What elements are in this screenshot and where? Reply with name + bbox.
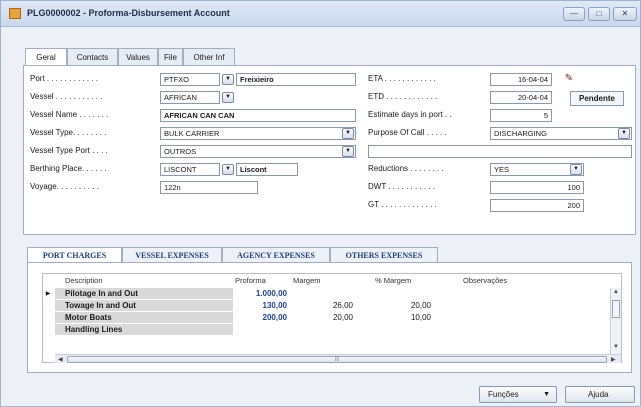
port-lookup-button[interactable]: ▼ <box>222 74 234 85</box>
funcoes-label: Funções <box>488 390 519 399</box>
scroll-up-icon[interactable]: ▲ <box>613 289 619 295</box>
vertical-scrollbar[interactable]: ▲ ▼ <box>610 288 621 354</box>
vessel-type-field[interactable]: BULK CARRIER <box>160 127 356 140</box>
col-pct-margem-header[interactable]: % Margem <box>375 276 411 285</box>
vessel-lookup-button[interactable]: ▼ <box>222 92 234 103</box>
tab-other-inf[interactable]: Other Inf <box>183 48 235 66</box>
app-icon <box>9 8 21 19</box>
etd-label: ETD . . . . . . . . . . . . <box>368 92 438 101</box>
port-name-field[interactable]: Freixieiro <box>236 73 356 86</box>
eta-field[interactable]: 16-04-04 <box>490 73 552 86</box>
proforma-window: PLG0000002 - Proforma-Disbursement Accou… <box>0 0 641 407</box>
col-proforma-header[interactable]: Proforma <box>235 276 266 285</box>
port-label: Port . . . . . . . . . . . . <box>30 74 99 83</box>
vessel-name-label: Vessel Name . . . . . . . <box>30 110 109 119</box>
row-margem[interactable] <box>305 288 353 300</box>
minimize-button[interactable]: — <box>563 7 585 21</box>
ajuda-label: Ajuda <box>588 390 609 399</box>
dwt-field[interactable]: 100 <box>490 181 584 194</box>
port-code-field[interactable]: PTFXO <box>160 73 220 86</box>
vessel-type-dropdown-button[interactable]: ▼ <box>342 128 354 139</box>
row-pct-margem[interactable] <box>383 288 431 300</box>
table-row[interactable]: Motor Boats 200,00 20,00 10,00 <box>43 312 621 324</box>
row-selector-icon: ▶ <box>45 291 51 297</box>
maximize-button[interactable]: □ <box>588 7 610 21</box>
tab-contacts[interactable]: Contacts <box>67 48 118 66</box>
row-description[interactable]: Towage In and Out <box>55 300 233 312</box>
gt-field[interactable]: 200 <box>490 199 584 212</box>
tab-file[interactable]: File <box>158 48 183 66</box>
row-description[interactable]: Motor Boats <box>55 312 233 324</box>
estimate-days-label: Estimate days in port . . <box>368 110 452 119</box>
table-row[interactable]: ▶ Pilotage In and Out 1.000,00 <box>43 288 621 300</box>
purpose-label: Purpose Of Call . . . . . <box>368 128 447 137</box>
horizontal-scrollbar[interactable]: ◀ ||| ▶ <box>55 354 621 363</box>
scroll-right-icon[interactable]: ▶ <box>611 356 616 363</box>
row-margem[interactable]: 26,00 <box>305 300 353 312</box>
funcoes-button[interactable]: Funções ▼ <box>479 386 557 403</box>
etd-field[interactable]: 20-04-04 <box>490 91 552 104</box>
geral-panel: Port . . . . . . . . . . . . PTFXO ▼ Fre… <box>23 65 636 235</box>
row-proforma[interactable]: 130,00 <box>233 300 287 312</box>
vessel-type-port-label: Vessel Type Port . . . . <box>30 146 108 155</box>
row-pct-margem[interactable]: 20,00 <box>383 300 431 312</box>
reductions-dropdown-button[interactable]: ▼ <box>570 164 582 175</box>
berthing-code-field[interactable]: LISCONT <box>160 163 220 176</box>
vessel-type-port-dropdown-button[interactable]: ▼ <box>342 146 354 157</box>
row-proforma[interactable] <box>233 324 287 336</box>
window-title: PLG0000002 - Proforma-Disbursement Accou… <box>27 8 230 18</box>
dwt-label: DWT . . . . . . . . . . . <box>368 182 435 191</box>
purpose-dropdown-button[interactable]: ▼ <box>618 128 630 139</box>
scroll-left-icon[interactable]: ◀ <box>58 356 63 363</box>
scroll-down-icon[interactable]: ▼ <box>613 344 619 350</box>
vertical-scroll-thumb[interactable] <box>612 300 620 318</box>
tab-values[interactable]: Values <box>118 48 158 66</box>
row-pct-margem[interactable] <box>383 324 431 336</box>
estimate-days-field[interactable]: 5 <box>490 109 552 122</box>
tab-agency-expenses[interactable]: AGENCY EXPENSES <box>222 247 330 263</box>
tab-vessel-expenses[interactable]: VESSEL EXPENSES <box>122 247 222 263</box>
ajuda-button[interactable]: Ajuda <box>565 386 635 403</box>
title-bar: PLG0000002 - Proforma-Disbursement Accou… <box>1 1 640 27</box>
chevron-down-icon: ▼ <box>543 391 550 398</box>
row-proforma[interactable]: 1.000,00 <box>233 288 287 300</box>
purpose-field[interactable]: DISCHARGING <box>490 127 632 140</box>
col-description-header[interactable]: Description <box>65 276 103 285</box>
vessel-type-label: Vessel Type. . . . . . . . <box>30 128 107 137</box>
tab-others-expenses[interactable]: OTHERS EXPENSES <box>330 247 438 263</box>
charges-grid: Description Proforma Margem % Margem Obs… <box>42 273 622 363</box>
reductions-label: Reductions . . . . . . . . <box>368 164 444 173</box>
row-margem[interactable] <box>305 324 353 336</box>
purpose-description-field[interactable] <box>368 145 632 158</box>
edit-pencil-icon[interactable]: ✎ <box>562 72 576 86</box>
horizontal-scroll-thumb[interactable]: ||| <box>67 356 607 363</box>
row-pct-margem[interactable]: 10,00 <box>383 312 431 324</box>
table-row[interactable]: Handling Lines <box>43 324 621 336</box>
row-proforma[interactable]: 200,00 <box>233 312 287 324</box>
status-badge[interactable]: Pendente <box>570 91 624 106</box>
col-observacoes-header[interactable]: Observações <box>463 276 507 285</box>
col-margem-header[interactable]: Margem <box>293 276 321 285</box>
eta-label: ETA . . . . . . . . . . . . <box>368 74 436 83</box>
berthing-name-field[interactable]: Liscont <box>236 163 298 176</box>
vessel-label: Vessel . . . . . . . . . . . <box>30 92 103 101</box>
row-description[interactable]: Pilotage In and Out <box>55 288 233 300</box>
vessel-name-field[interactable]: AFRICAN CAN CAN <box>160 109 356 122</box>
close-button[interactable]: ✕ <box>613 7 637 21</box>
row-description[interactable]: Handling Lines <box>55 324 233 336</box>
gt-label: GT . . . . . . . . . . . . . <box>368 200 437 209</box>
voyage-field[interactable]: 122n <box>160 181 258 194</box>
berthing-lookup-button[interactable]: ▼ <box>222 164 234 175</box>
vessel-field[interactable]: AFRICAN <box>160 91 220 104</box>
port-charges-panel: Description Proforma Margem % Margem Obs… <box>27 262 632 373</box>
table-row[interactable]: Towage In and Out 130,00 26,00 20,00 <box>43 300 621 312</box>
berthing-place-label: Berthing Place. . . . . . <box>30 164 107 173</box>
row-margem[interactable]: 20,00 <box>305 312 353 324</box>
vessel-type-port-field[interactable]: OUTROS <box>160 145 356 158</box>
voyage-label: Voyage. . . . . . . . . . <box>30 182 99 191</box>
